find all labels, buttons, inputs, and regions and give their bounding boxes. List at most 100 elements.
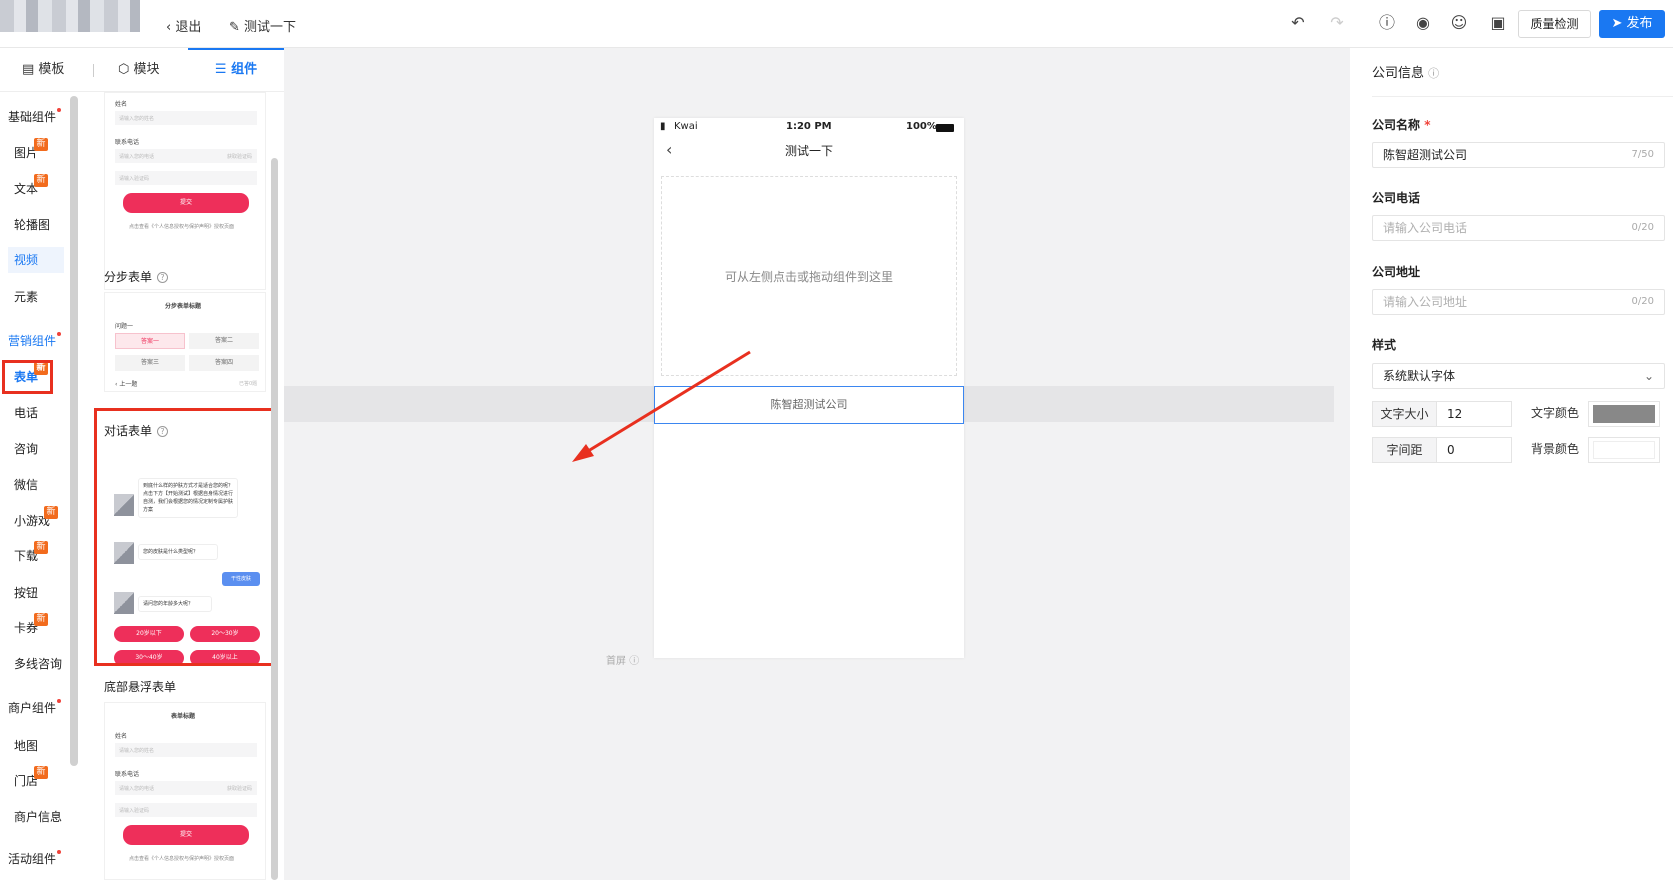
code-field: 请输入验证码 xyxy=(115,171,257,185)
answer-option: 答案三 xyxy=(115,355,185,371)
component-scrollbar[interactable] xyxy=(271,158,278,880)
arrow-line xyxy=(579,350,751,458)
left-panel: ▤ 模板 ⬡ 模块 ☰ 组件 基础组件 图片新 文本新 轮播图 视频 元素 营销… xyxy=(0,48,284,880)
component-element[interactable]: 元素 xyxy=(14,284,66,310)
agreement-text: 点击查看《个人信息授权与保护声明》授权页面 xyxy=(129,224,235,230)
name-label: 姓名 xyxy=(115,733,128,740)
publish-button[interactable]: ➤ 发布 xyxy=(1599,10,1665,38)
highlight-form-box xyxy=(2,360,53,394)
component-text[interactable]: 文本新 xyxy=(14,174,66,202)
quality-check-button[interactable]: 质量检测 xyxy=(1518,10,1591,38)
company-phone-input[interactable]: 请输入公司电话 0/20 xyxy=(1372,215,1665,241)
exit-button[interactable]: ‹ 退出 xyxy=(166,16,201,35)
letter-spacing-input[interactable]: 0 xyxy=(1436,437,1512,463)
component-image[interactable]: 图片新 xyxy=(14,138,66,166)
red-arrow-annotation xyxy=(572,350,751,462)
step-form-heading: 分步表单标题 xyxy=(165,303,202,310)
phone-label: 联系电话 xyxy=(115,139,140,146)
help-icon: ? xyxy=(157,272,169,283)
red-dot xyxy=(57,332,62,336)
status-time: 1:20 PM xyxy=(786,121,832,132)
new-badge: 新 xyxy=(34,174,48,187)
category-marketing[interactable]: 营销组件 xyxy=(8,332,76,349)
top-bar: ‹ 退出 ✎ 测试一下 ↶ ↷ ⓘ ◉ ☺ ▣ 质量检测 ➤ 发布 xyxy=(0,0,1673,48)
answer-option: 答案四 xyxy=(189,355,259,371)
name-label: 姓名 xyxy=(115,101,128,108)
category-scrollbar[interactable] xyxy=(70,96,78,766)
chevron-left-icon: ‹ xyxy=(166,20,176,35)
bg-color-picker[interactable] xyxy=(1588,437,1660,463)
tab-components[interactable]: ☰ 组件 xyxy=(188,48,284,92)
palette-icon[interactable]: ☺ xyxy=(1450,14,1468,32)
undo-icon[interactable]: ↶ xyxy=(1289,14,1307,32)
component-map[interactable]: 地图 xyxy=(14,733,66,759)
char-count: 0/20 xyxy=(1631,222,1654,233)
component-video[interactable]: 视频 xyxy=(8,247,64,273)
save-icon[interactable]: ▣ xyxy=(1489,14,1507,32)
panel-tabs: ▤ 模板 ⬡ 模块 ☰ 组件 xyxy=(0,48,284,92)
tab-divider xyxy=(93,64,94,77)
component-phone[interactable]: 电话 xyxy=(14,400,66,426)
bottom-form-title: 底部悬浮表单 xyxy=(104,680,177,694)
phone-label: 联系电话 xyxy=(115,771,140,778)
help-icon[interactable]: ⓘ xyxy=(1378,14,1396,32)
form-heading: 表单标题 xyxy=(171,713,196,720)
component-minigame[interactable]: 小游戏新 xyxy=(14,506,66,534)
company-address-label: 公司地址 xyxy=(1372,265,1421,279)
divider xyxy=(1372,96,1673,97)
edit-icon: ✎ xyxy=(229,20,245,35)
color-swatch xyxy=(1593,441,1655,459)
new-badge: 新 xyxy=(34,138,48,151)
red-dot xyxy=(57,850,62,854)
step-form-title: 分步表单? xyxy=(104,268,169,285)
category-activity[interactable]: 活动组件 xyxy=(8,850,76,867)
new-badge: 新 xyxy=(34,613,48,626)
component-coupon[interactable]: 卡券新 xyxy=(14,613,66,641)
component-carousel[interactable]: 轮播图 xyxy=(14,212,66,238)
blurred-logo xyxy=(0,0,140,32)
component-consult[interactable]: 咨询 xyxy=(14,436,66,462)
send-icon: ➤ xyxy=(1611,16,1627,31)
letter-spacing-label: 字间距 xyxy=(1372,437,1437,463)
red-dot xyxy=(57,108,62,112)
prev-question: ‹ 上一题 xyxy=(115,381,138,388)
font-select[interactable]: 系统默认字体 ⌄ xyxy=(1372,363,1665,389)
arrow-head xyxy=(572,444,594,462)
red-dot xyxy=(57,699,62,703)
preview-eye-icon[interactable]: ◉ xyxy=(1414,14,1432,32)
agreement-text: 点击查看《个人信息授权与保护声明》授权页面 xyxy=(129,856,235,862)
category-merchant[interactable]: 商户组件 xyxy=(8,699,76,716)
company-address-input[interactable]: 请输入公司地址 0/20 xyxy=(1372,289,1665,315)
company-phone-label: 公司电话 xyxy=(1372,191,1421,205)
section-title: 公司信息 ⓘ xyxy=(1372,66,1440,81)
code-field: 请输入验证码 xyxy=(115,803,257,817)
font-size-input[interactable]: 12 xyxy=(1436,401,1512,427)
company-name-input[interactable]: 陈智超测试公司 7/50 xyxy=(1372,142,1665,168)
company-name-label: 公司名称 * xyxy=(1372,118,1431,132)
text-color-picker[interactable] xyxy=(1588,401,1660,427)
new-badge: 新 xyxy=(34,766,48,779)
name-field: 请输入您的姓名 xyxy=(115,111,257,125)
component-multiconsult[interactable]: 多线咨询 xyxy=(14,651,66,677)
answer-option: 答案一 xyxy=(115,333,185,349)
tab-templates[interactable]: ▤ 模板 xyxy=(22,48,64,92)
new-badge: 新 xyxy=(34,541,48,554)
redo-icon[interactable]: ↷ xyxy=(1328,14,1346,32)
component-store[interactable]: 门店新 xyxy=(14,766,66,794)
bottom-form-card[interactable]: 表单标题 姓名 请输入您的姓名 联系电话 请输入您的电话 获取验证码 请输入验证码… xyxy=(104,702,266,880)
step-form-card[interactable]: 分步表单标题 问题一 答案一 答案二 答案三 答案四 ‹ 上一题 已答0题 xyxy=(104,292,266,392)
form-preview-card[interactable]: 姓名 请输入您的姓名 联系电话 请输入您的电话 获取验证码 请输入验证码 提交 点… xyxy=(104,92,266,290)
tab-modules[interactable]: ⬡ 模块 xyxy=(118,48,160,92)
component-button[interactable]: 按钮 xyxy=(14,580,66,606)
component-download[interactable]: 下载新 xyxy=(14,541,66,569)
submit-button: 提交 xyxy=(123,193,249,213)
new-badge: 新 xyxy=(44,506,58,519)
page-name-edit[interactable]: ✎ 测试一下 xyxy=(229,16,296,35)
component-merchant-info[interactable]: 商户信息 xyxy=(14,804,66,830)
component-wechat[interactable]: 微信 xyxy=(14,472,66,498)
database-icon: ☰ xyxy=(214,62,232,77)
category-basic[interactable]: 基础组件 xyxy=(8,108,76,125)
phone-field: 请输入您的电话 获取验证码 xyxy=(115,781,257,795)
name-field: 请输入您的姓名 xyxy=(115,743,257,757)
chevron-down-icon: ⌄ xyxy=(1643,369,1654,383)
